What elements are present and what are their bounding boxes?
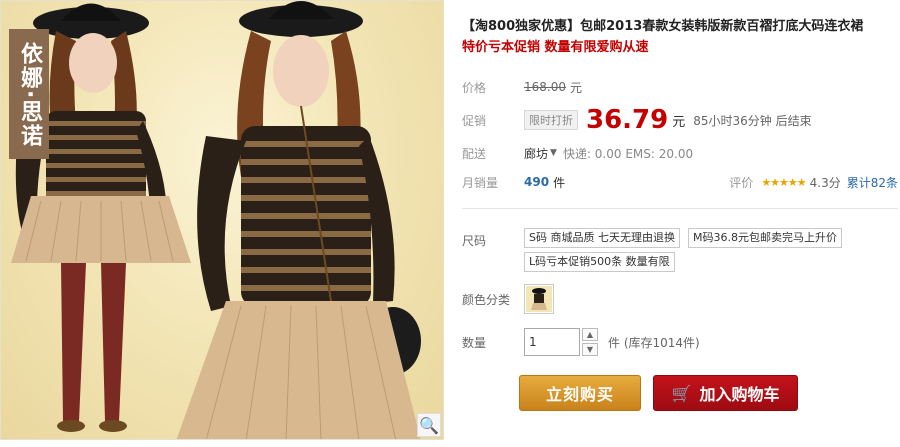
monthly-sales-label: 月销量 bbox=[462, 175, 499, 190]
right-model-figure bbox=[176, 1, 421, 439]
quantity-stepper: ▲ ▼ 件 (库存1014件) bbox=[524, 328, 700, 356]
size-option-m[interactable]: M码36.8元包邮卖完马上升价 bbox=[687, 228, 842, 248]
star-rating-icon: ★★★★★ bbox=[761, 175, 806, 189]
divider bbox=[462, 208, 898, 209]
size-option-s[interactable]: S码 商城品质 七天无理由退换 bbox=[524, 228, 680, 248]
buy-now-button[interactable]: 立刻购买 bbox=[519, 375, 641, 411]
rating-label: 评价 bbox=[729, 175, 754, 190]
product-header: 【淘800独家优惠】包邮2013春款女装韩版新款百褶打底大码连衣裙 特价亏本促销… bbox=[462, 18, 892, 57]
purchase-options: 尺码 S码 商城品质 七天无理由退换 M码36.8元包邮卖完马上升价 L码亏本促… bbox=[462, 228, 898, 356]
buy-now-label: 立刻购买 bbox=[545, 385, 614, 404]
chevron-down-icon[interactable]: ▼ bbox=[582, 343, 598, 356]
original-price: 168.00 bbox=[524, 80, 566, 94]
shipping-fee: 快递: 0.00 EMS: 20.00 bbox=[562, 146, 694, 161]
chevron-up-icon[interactable]: ▲ bbox=[582, 328, 598, 341]
promo-label: 促销 bbox=[462, 113, 487, 128]
quantity-input[interactable] bbox=[524, 328, 580, 356]
price-unit: 元 bbox=[570, 80, 583, 95]
add-to-cart-button[interactable]: 🛒 加入购物车 bbox=[653, 375, 798, 411]
promo-price: 36.79 bbox=[586, 105, 669, 135]
promo-tag: 限时打折 bbox=[524, 110, 578, 130]
color-row: 颜色分类 bbox=[462, 284, 898, 314]
rating-score: 4.3分 bbox=[809, 175, 841, 190]
magnifier-icon[interactable]: 🔍 bbox=[417, 413, 441, 437]
product-photo[interactable]: 依娜·思诺 🔍 bbox=[0, 0, 444, 440]
stock-info: 件 (库存1014件) bbox=[608, 335, 700, 350]
review-count-link[interactable]: 累计82条 bbox=[847, 174, 898, 191]
price-panel: 价格 168.00 元 促销 限时打折 36.79 元 85小时36分钟 后结束… bbox=[462, 72, 898, 196]
shipping-label: 配送 bbox=[462, 146, 487, 161]
sales-row: 月销量 490 件 评价 ★★★★★ 4.3分 累计82条 bbox=[462, 168, 898, 196]
shipping-location[interactable]: 廊坊 bbox=[524, 145, 548, 162]
sales-unit: 件 bbox=[553, 175, 566, 190]
size-options: S码 商城品质 七天无理由退换 M码36.8元包邮卖完马上升价 L码亏本促销50… bbox=[524, 228, 896, 272]
model-illustration bbox=[11, 1, 421, 439]
color-swatch[interactable] bbox=[524, 284, 554, 314]
quantity-label: 数量 bbox=[462, 335, 487, 350]
monthly-sales-count: 490 bbox=[524, 175, 550, 189]
size-label: 尺码 bbox=[462, 234, 487, 248]
quantity-row: 数量 ▲ ▼ 件 (库存1014件) bbox=[462, 328, 898, 356]
size-option-l[interactable]: L码亏本促销500条 数量有限 bbox=[524, 252, 675, 272]
color-label: 颜色分类 bbox=[462, 292, 511, 307]
caret-down-icon[interactable]: ▼ bbox=[550, 148, 557, 158]
product-title: 【淘800独家优惠】包邮2013春款女装韩版新款百褶打底大码连衣裙 bbox=[462, 19, 864, 34]
promo-price-row: 促销 限时打折 36.79 元 85小时36分钟 后结束 bbox=[462, 102, 898, 138]
stepper-buttons: ▲ ▼ bbox=[582, 328, 598, 356]
size-row: 尺码 S码 商城品质 七天无理由退换 M码36.8元包邮卖完马上升价 L码亏本促… bbox=[462, 228, 898, 272]
shopping-cart-icon: 🛒 bbox=[671, 383, 692, 403]
countdown-timer: 85小时36分钟 后结束 bbox=[693, 113, 812, 128]
add-to-cart-label: 加入购物车 bbox=[699, 385, 780, 404]
promo-unit: 元 bbox=[672, 114, 686, 130]
brand-tag: 依娜·思诺 bbox=[9, 29, 49, 159]
price-label: 价格 bbox=[462, 80, 487, 95]
product-subtitle: 特价亏本促销 数量有限爱购从速 bbox=[462, 40, 649, 55]
original-price-row: 价格 168.00 元 bbox=[462, 72, 898, 102]
swatch-thumbnail bbox=[526, 286, 552, 312]
shipping-row: 配送 廊坊 ▼ 快递: 0.00 EMS: 20.00 bbox=[462, 138, 898, 168]
